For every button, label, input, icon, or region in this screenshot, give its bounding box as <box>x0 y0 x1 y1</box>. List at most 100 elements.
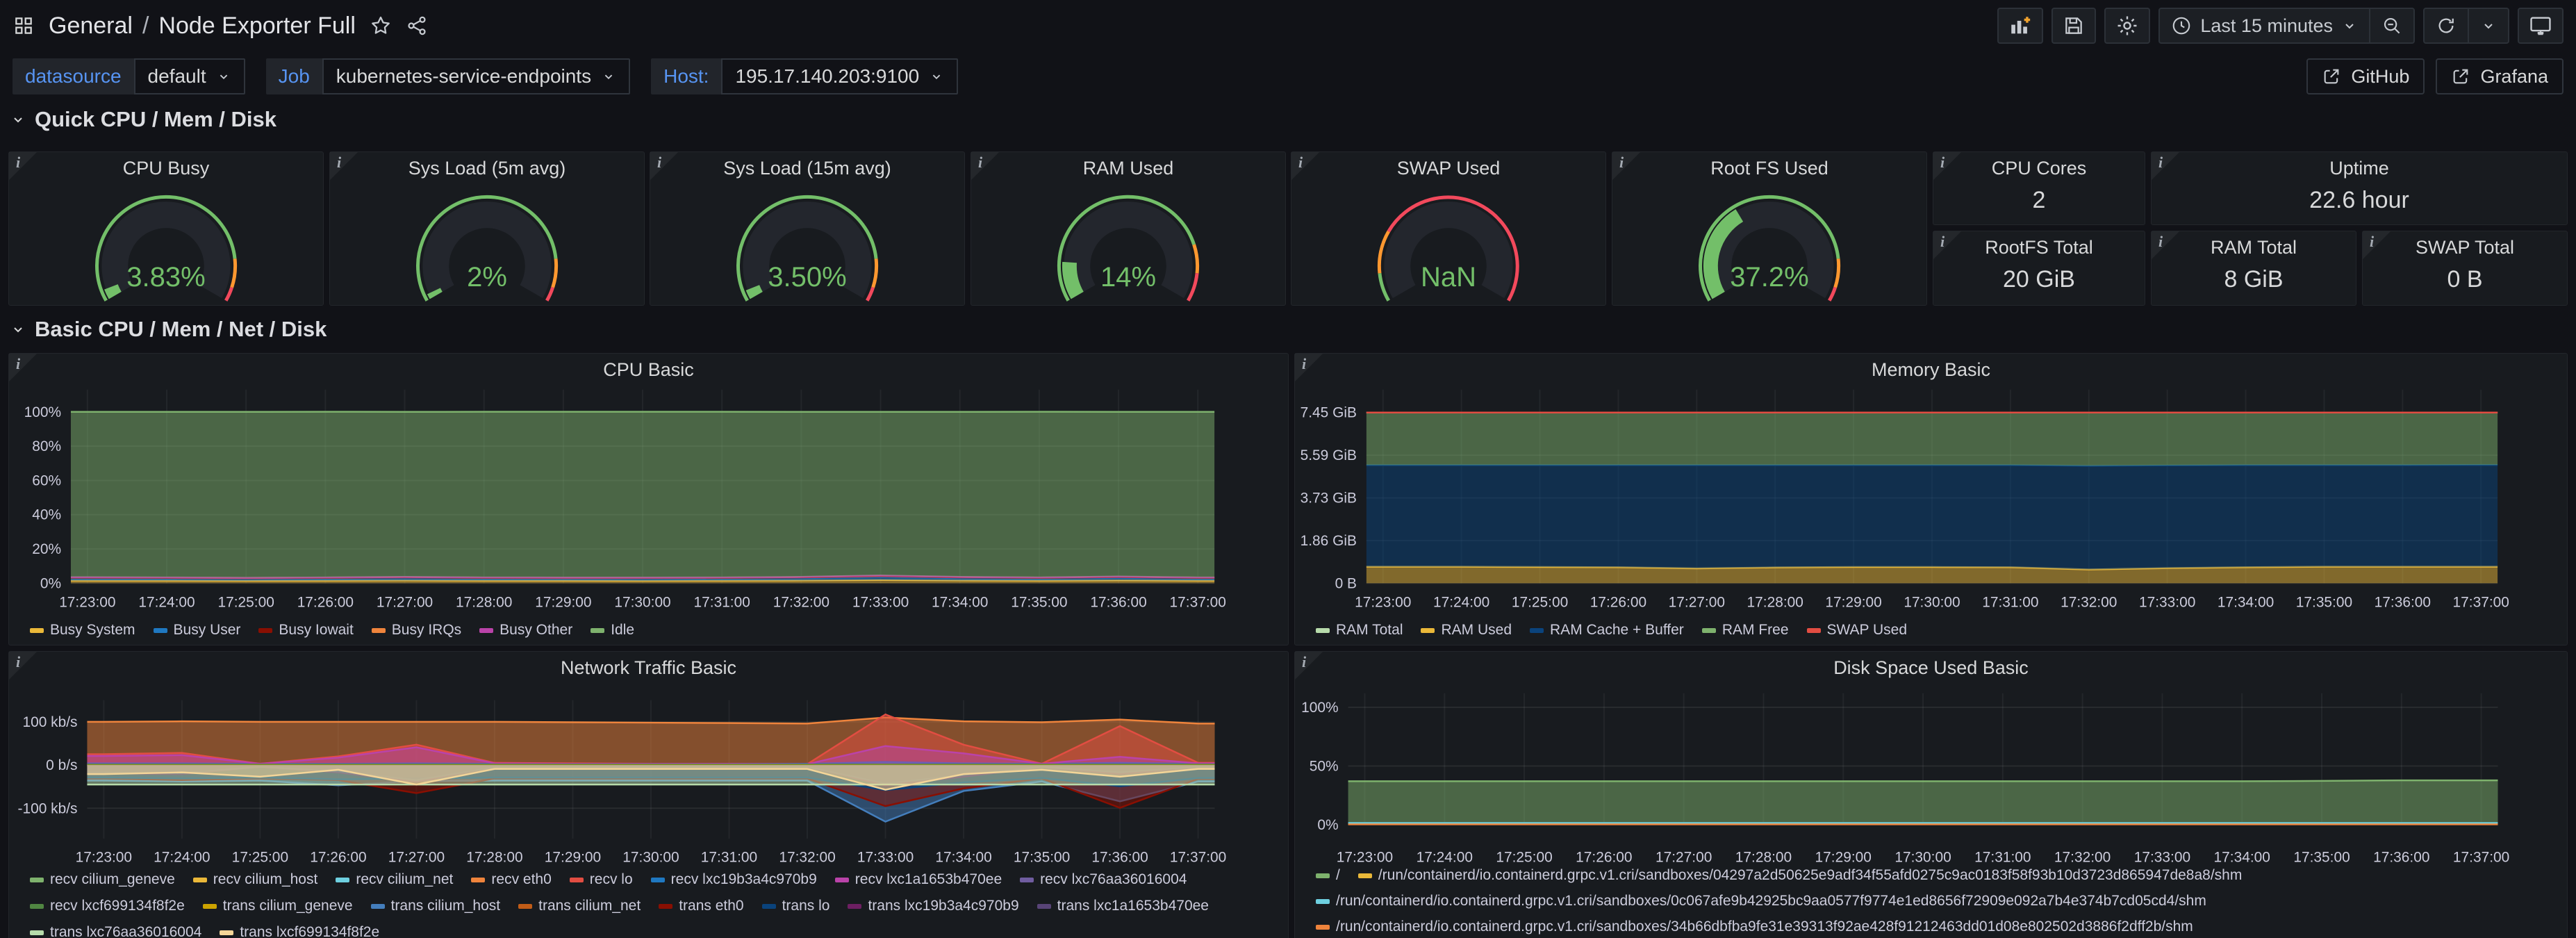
legend-label: recv lxcf699134f8f2e <box>50 898 185 914</box>
legend-item[interactable]: Busy IRQs <box>372 622 461 639</box>
x-axis-label: 17:26:00 <box>297 594 354 610</box>
legend-item[interactable]: recv cilium_net <box>336 871 453 888</box>
legend-item[interactable]: SWAP Used <box>1807 622 1908 639</box>
legend-item[interactable]: trans lxcf699134f8f2e <box>220 924 379 938</box>
legend-label: trans lo <box>782 898 830 914</box>
panel-title[interactable]: SWAP Total <box>2393 237 2536 258</box>
legend-item[interactable]: / <box>1316 867 1340 884</box>
panel-info-corner[interactable] <box>2152 152 2179 180</box>
time-range-picker[interactable]: Last 15 minutes <box>2160 9 2369 42</box>
legend-item[interactable]: Busy System <box>30 622 135 639</box>
legend-item[interactable]: trans lxc76aa36016004 <box>30 924 201 938</box>
legend-color-swatch <box>203 904 217 909</box>
add-panel-button[interactable] <box>1997 8 2043 44</box>
breadcrumb: General / Node Exporter Full <box>49 13 356 40</box>
legend-item[interactable]: Busy Other <box>479 622 572 639</box>
panel-title[interactable]: CPU Cores <box>1964 158 2114 179</box>
github-link-button[interactable]: GitHub <box>2306 58 2425 94</box>
zoom-out-button[interactable] <box>2369 9 2413 42</box>
apps-grid-icon[interactable] <box>13 15 35 37</box>
time-series-chart: 0 B1.86 GiB3.73 GiB5.59 GiB7.45 GiB17:23… <box>1295 354 2567 645</box>
breadcrumb-title[interactable]: Node Exporter Full <box>158 13 355 40</box>
time-series-chart: 0%20%40%60%80%100%17:23:0017:24:0017:25:… <box>9 354 1288 645</box>
y-axis-label: 100 kb/s <box>22 714 77 730</box>
cycle-view-mode-button[interactable] <box>2518 8 2563 44</box>
legend-color-swatch <box>30 904 44 909</box>
legend-color-swatch <box>1807 628 1821 633</box>
legend-label: SWAP Used <box>1827 622 1908 639</box>
panel-title[interactable]: RAM Total <box>2182 237 2325 258</box>
refresh-interval-dropdown[interactable] <box>2468 9 2508 42</box>
panel-sys-load-15m: i Sys Load (15m avg) 3.50% <box>650 151 965 306</box>
legend-item[interactable]: RAM Cache + Buffer <box>1530 622 1684 639</box>
x-axis-label: 17:33:00 <box>2134 850 2190 866</box>
legend-item[interactable]: RAM Free <box>1702 622 1789 639</box>
legend-item[interactable]: RAM Used <box>1421 622 1512 639</box>
stat-value: 2 <box>1933 187 2145 214</box>
variable-value-dropdown[interactable]: 195.17.140.203:9100 <box>721 58 958 94</box>
legend-label: recv cilium_geneve <box>50 871 175 888</box>
legend-item[interactable]: recv cilium_geneve <box>30 871 175 888</box>
panel-title[interactable]: Uptime <box>2182 158 2536 179</box>
legend-item[interactable]: Busy Iowait <box>258 622 353 639</box>
dashboard-settings-button[interactable] <box>2104 8 2150 44</box>
legend-item[interactable]: recv lxc19b3a4c970b9 <box>651 871 817 888</box>
variable-value-dropdown[interactable]: kubernetes-service-endpoints <box>322 58 630 94</box>
legend-item[interactable]: recv lo <box>570 871 633 888</box>
x-axis-label: 17:26:00 <box>1576 850 1632 866</box>
panel-title[interactable]: RootFS Total <box>1964 237 2114 258</box>
legend-item[interactable]: recv lxc76aa36016004 <box>1020 871 1187 888</box>
x-axis-label: 17:28:00 <box>1735 850 1792 866</box>
gauge-value: 37.2% <box>1612 262 1926 293</box>
legend-item[interactable]: recv lxcf699134f8f2e <box>30 898 185 914</box>
legend-item[interactable]: /run/containerd/io.containerd.grpc.v1.cr… <box>1316 919 2193 935</box>
legend-item[interactable]: trans eth0 <box>659 898 743 914</box>
legend-color-swatch <box>30 628 44 633</box>
x-axis-label: 17:25:00 <box>1512 594 1568 610</box>
legend-item[interactable]: trans lo <box>762 898 830 914</box>
x-axis-label: 17:32:00 <box>779 850 835 866</box>
panel-info-corner[interactable] <box>1933 152 1961 180</box>
row-quick-cpu-mem-disk[interactable]: Quick CPU / Mem / Disk <box>10 104 276 135</box>
save-dashboard-button[interactable] <box>2051 8 2096 44</box>
panel-info-corner[interactable] <box>2152 231 2179 259</box>
x-axis-label: 17:37:00 <box>1170 594 1226 610</box>
panel-info-corner[interactable] <box>2363 231 2391 259</box>
refresh-button[interactable] <box>2425 9 2468 42</box>
legend-color-swatch <box>471 878 485 882</box>
grafana-link-button[interactable]: Grafana <box>2436 58 2563 94</box>
panel-info-corner[interactable] <box>1933 231 1961 259</box>
legend-item[interactable]: recv eth0 <box>471 871 551 888</box>
panel-ram-used: i RAM Used 14% <box>971 151 1286 306</box>
legend-item[interactable]: recv cilium_host <box>193 871 318 888</box>
legend-item[interactable]: trans cilium_host <box>371 898 501 914</box>
legend-item[interactable]: trans lxc1a1653b470ee <box>1037 898 1209 914</box>
breadcrumb-separator: / <box>142 13 149 40</box>
legend-item[interactable]: /run/containerd/io.containerd.grpc.v1.cr… <box>1358 867 2243 884</box>
legend-item[interactable]: /run/containerd/io.containerd.grpc.v1.cr… <box>1316 893 2206 910</box>
info-icon: i <box>1940 233 1945 251</box>
y-axis-label: 40% <box>32 507 61 523</box>
legend-item[interactable]: recv lxc1a1653b470ee <box>835 871 1002 888</box>
legend-row: trans lxc76aa36016004 trans lxcf699134f8f… <box>30 924 1280 938</box>
legend-item[interactable]: Busy User <box>154 622 241 639</box>
share-icon[interactable] <box>406 15 428 37</box>
variable-value-dropdown[interactable]: default <box>134 58 245 94</box>
legend-color-swatch <box>258 628 272 633</box>
legend-item[interactable]: RAM Total <box>1316 622 1403 639</box>
x-axis-label: 17:28:00 <box>456 594 512 610</box>
x-axis-label: 17:23:00 <box>1355 594 1411 610</box>
chevron-down-icon <box>216 69 231 84</box>
chevron-down-icon <box>929 69 944 84</box>
y-axis-label: 50% <box>1310 758 1339 774</box>
breadcrumb-folder[interactable]: General <box>49 13 133 40</box>
legend-item[interactable]: trans cilium_geneve <box>203 898 353 914</box>
star-icon[interactable] <box>370 15 392 37</box>
row-basic-cpu-mem-net-disk[interactable]: Basic CPU / Mem / Net / Disk <box>10 314 327 345</box>
legend-item[interactable]: trans cilium_net <box>518 898 641 914</box>
x-axis-label: 17:30:00 <box>614 594 670 610</box>
legend-item[interactable]: Idle <box>591 622 634 639</box>
panel-cpu-cores: i CPU Cores 2 <box>1933 151 2145 225</box>
legend-item[interactable]: trans lxc19b3a4c970b9 <box>848 898 1018 914</box>
x-axis-label: 17:37:00 <box>2453 850 2509 866</box>
